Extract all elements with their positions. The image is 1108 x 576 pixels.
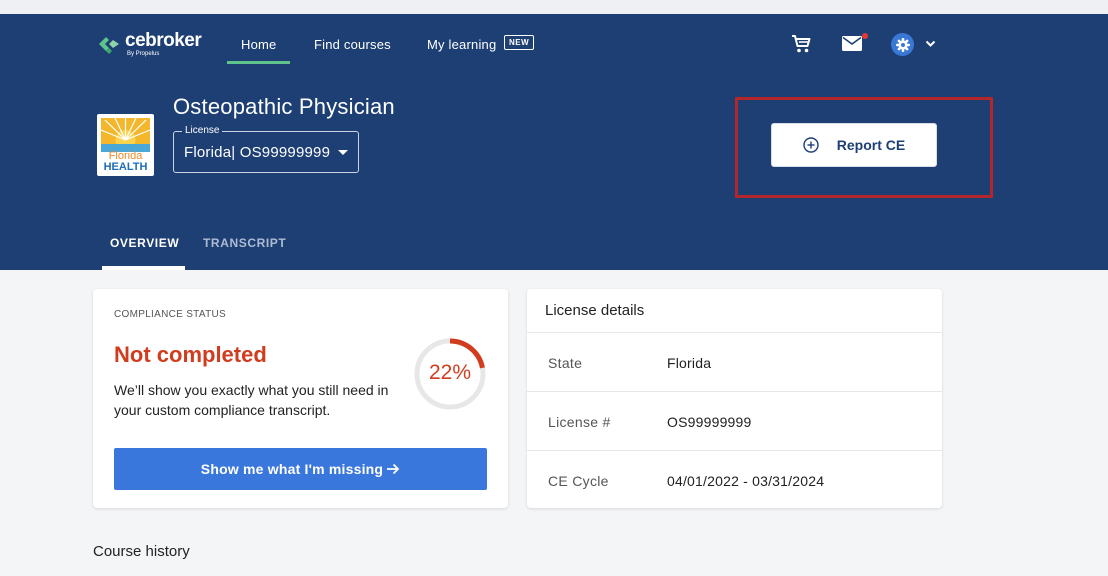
- caret-down-icon: [338, 150, 348, 155]
- nav-home[interactable]: Home: [241, 37, 276, 52]
- plus-circle-icon: [803, 137, 819, 153]
- compliance-progress-label: 22%: [428, 361, 472, 384]
- detail-value-state: Florida: [667, 355, 712, 371]
- nav-my-learning[interactable]: My learning: [427, 37, 496, 52]
- license-select-value: Florida| OS99999999: [184, 144, 331, 161]
- mail-notification-dot: [862, 33, 868, 39]
- profession-title: Osteopathic Physician: [173, 94, 395, 119]
- cebroker-logo[interactable]: cebroker By Propelus: [97, 30, 202, 57]
- compliance-status-card: COMPLIANCE STATUS Not completed We’ll sh…: [93, 289, 508, 508]
- license-detail-row: CE Cycle 04/01/2022 - 03/31/2024: [527, 451, 942, 510]
- course-history-heading: Course history: [93, 543, 190, 560]
- show-missing-label: Show me what I'm missing: [200, 461, 384, 477]
- detail-key-state: State: [548, 355, 583, 371]
- show-missing-button[interactable]: Show me what I'm missing: [114, 448, 487, 490]
- nav-find-courses[interactable]: Find courses: [314, 37, 391, 52]
- chevron-down-icon[interactable]: [925, 40, 936, 48]
- settings-menu-button[interactable]: [891, 33, 914, 56]
- gear-icon: [895, 37, 910, 52]
- cebroker-logo-icon: [99, 37, 119, 54]
- compliance-section-label: COMPLIANCE STATUS: [114, 309, 226, 320]
- tab-transcript[interactable]: TRANSCRIPT: [203, 236, 286, 250]
- report-ce-label: Report CE: [836, 137, 906, 153]
- license-details-title: License details: [545, 302, 645, 319]
- cart-icon[interactable]: [791, 34, 812, 54]
- license-detail-row: License # OS99999999: [527, 392, 942, 451]
- nav-home-active-indicator: [227, 61, 290, 64]
- logo-wordmark: cebroker: [125, 30, 202, 51]
- detail-value-ce-cycle: 04/01/2022 - 03/31/2024: [667, 473, 825, 489]
- detail-key-license: License #: [548, 414, 611, 430]
- license-details-card: License details State Florida License # …: [527, 289, 942, 508]
- detail-value-license: OS99999999: [667, 414, 752, 430]
- detail-key-ce-cycle: CE Cycle: [548, 473, 609, 489]
- new-badge: NEW: [504, 35, 535, 50]
- license-legend: License: [182, 125, 223, 136]
- florida-health-logo: Florida HEALTH: [97, 114, 154, 176]
- tab-overview[interactable]: OVERVIEW: [110, 236, 179, 250]
- compliance-description: We’ll show you exactly what you still ne…: [114, 382, 389, 418]
- license-detail-row: State Florida: [527, 333, 942, 392]
- license-select[interactable]: License Florida| OS99999999: [173, 125, 359, 173]
- top-strip: [0, 0, 1108, 14]
- arrow-right-icon: [387, 463, 400, 475]
- mail-icon[interactable]: [842, 36, 862, 51]
- report-ce-button[interactable]: Report CE: [771, 123, 937, 167]
- logo-tagline: By Propelus: [127, 51, 160, 57]
- health-logo-text: HEALTH: [104, 161, 148, 173]
- compliance-status-text: Not completed: [114, 342, 267, 367]
- tab-overview-indicator: [102, 266, 185, 270]
